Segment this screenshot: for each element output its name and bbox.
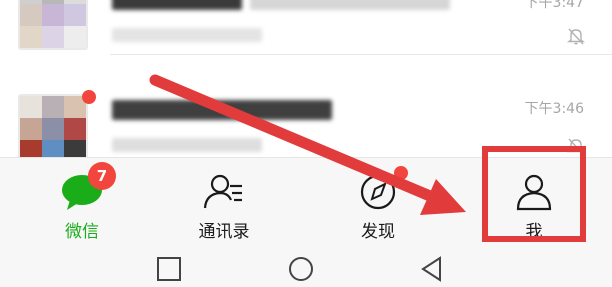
chat-row[interactable]: 下午3:47 <box>0 0 612 60</box>
chat-title-redacted <box>112 100 332 120</box>
contacts-icon <box>202 172 246 212</box>
chat-title-redacted <box>112 0 242 10</box>
chat-title-redacted <box>250 0 450 10</box>
compass-icon <box>356 166 408 212</box>
chat-time: 下午3:47 <box>524 0 584 11</box>
row-divider <box>110 54 612 55</box>
group-avatar <box>18 94 88 164</box>
tab-chats[interactable]: 7 微信 <box>22 162 142 242</box>
unread-count-badge: 7 <box>88 162 116 190</box>
highlight-box <box>482 146 586 242</box>
tab-label: 微信 <box>65 222 99 242</box>
chat-time: 下午3:46 <box>524 101 584 117</box>
chat-preview-redacted <box>112 138 262 152</box>
chat-list: 下午3:47 下午3:46 <box>0 0 612 164</box>
tab-contacts[interactable]: 通讯录 <box>164 166 284 242</box>
recent-apps-icon[interactable] <box>155 255 183 283</box>
group-avatar <box>18 0 88 50</box>
system-nav-bar <box>0 245 612 287</box>
tab-discover[interactable]: 发现 <box>318 166 438 242</box>
discover-dot <box>394 166 408 180</box>
tab-label: 通讯录 <box>198 222 250 242</box>
mute-bell-icon <box>566 28 586 45</box>
unread-dot <box>82 90 96 104</box>
chat-preview-redacted <box>112 28 262 42</box>
chat-bubble-icon: 7 <box>60 162 116 212</box>
home-icon[interactable] <box>287 255 315 283</box>
back-icon[interactable] <box>418 255 446 283</box>
tab-label: 发现 <box>361 222 395 242</box>
